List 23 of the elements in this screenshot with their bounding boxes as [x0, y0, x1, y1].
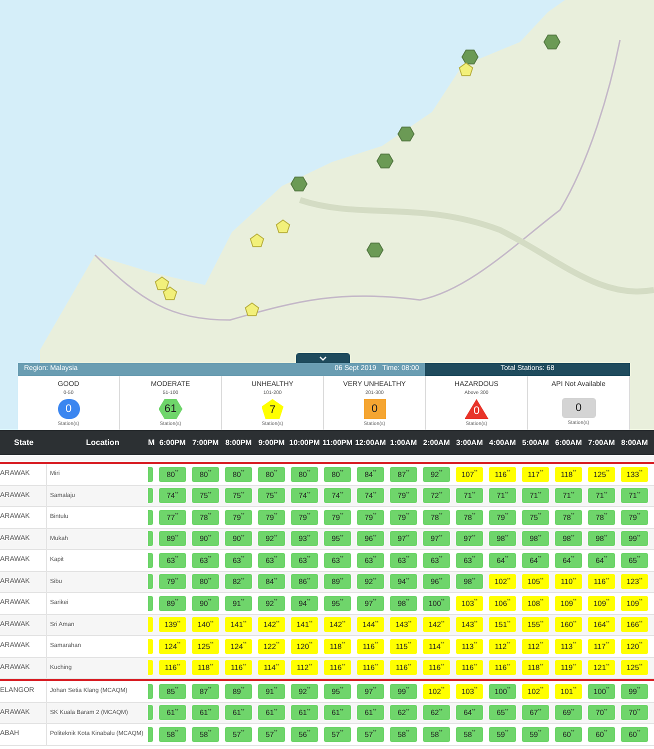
- station-marker[interactable]: [543, 34, 561, 50]
- station-count: 0: [371, 402, 378, 417]
- station-marker[interactable]: [366, 242, 384, 258]
- station-marker[interactable]: [162, 286, 178, 300]
- station-count: 0: [575, 400, 582, 416]
- column-header: M: [148, 436, 156, 448]
- station-count: 61: [164, 402, 177, 417]
- station-marker[interactable]: [290, 176, 308, 192]
- column-header: Location: [85, 436, 120, 448]
- station-count: 0: [65, 402, 72, 417]
- station-marker[interactable]: [397, 126, 415, 142]
- station-marker[interactable]: [154, 276, 170, 290]
- station-count: 0: [473, 404, 480, 418]
- collapse-tab[interactable]: [296, 353, 350, 363]
- station-marker[interactable]: [458, 62, 474, 76]
- station-marker[interactable]: [244, 302, 260, 316]
- station-marker[interactable]: [276, 219, 290, 234]
- station-count: 7: [269, 402, 276, 418]
- station-marker[interactable]: [461, 50, 479, 64]
- station-marker[interactable]: [376, 154, 394, 168]
- column-header: State: [13, 436, 35, 448]
- chevron-down-icon: [319, 356, 327, 360]
- station-marker[interactable]: [250, 233, 264, 248]
